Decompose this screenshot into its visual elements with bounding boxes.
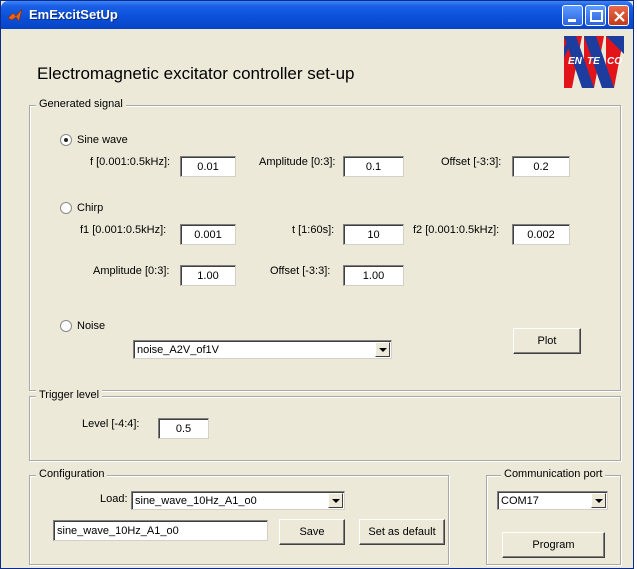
- sine-f-input[interactable]: 0.01: [180, 156, 236, 177]
- chirp-f2-input[interactable]: 0.002: [512, 224, 570, 245]
- maximize-icon: [590, 10, 603, 22]
- chirp-offset-label: Offset [-3:3]:: [270, 265, 331, 277]
- chevron-down-icon[interactable]: [375, 342, 390, 357]
- sine-f-label: f [0.001:0.5kHz]:: [90, 156, 171, 168]
- matlab-icon: [7, 8, 23, 22]
- plot-button[interactable]: Plot: [513, 328, 581, 354]
- save-button[interactable]: Save: [279, 519, 345, 545]
- load-label: Load:: [100, 493, 128, 505]
- trigger-level-group: Trigger level Level [-4:4]: 0.5: [29, 389, 621, 461]
- app-window: EmExcitSetUp Electromagnetic excitator c…: [0, 0, 634, 569]
- chirp-f1-label: f1 [0.001:0.5kHz]:: [80, 224, 167, 236]
- close-button[interactable]: [608, 5, 629, 26]
- minimize-button[interactable]: [562, 5, 583, 26]
- noise-file-select[interactable]: noise_A2V_of1V: [133, 340, 392, 359]
- svg-text:CO: CO: [607, 56, 622, 67]
- chirp-amplitude-input[interactable]: 1.00: [180, 265, 236, 286]
- configuration-legend: Configuration: [36, 468, 108, 480]
- generated-signal-legend: Generated signal: [36, 98, 126, 110]
- chirp-offset-input[interactable]: 1.00: [343, 265, 404, 286]
- load-config-value: sine_wave_10Hz_A1_o0: [135, 495, 257, 507]
- chirp-t-label: t [1:60s]:: [292, 224, 335, 236]
- minimize-icon: [568, 19, 576, 22]
- close-icon: [614, 11, 625, 22]
- com-port-value: COM17: [501, 495, 539, 507]
- chirp-amplitude-label: Amplitude [0:3]:: [93, 265, 170, 277]
- sine-wave-radio[interactable]: [60, 134, 72, 146]
- load-config-select[interactable]: sine_wave_10Hz_A1_o0: [131, 491, 345, 510]
- chirp-radio[interactable]: [60, 202, 72, 214]
- noise-file-value: noise_A2V_of1V: [137, 344, 219, 356]
- title-bar[interactable]: EmExcitSetUp: [1, 1, 633, 29]
- chevron-down-icon[interactable]: [328, 493, 343, 508]
- svg-text:EN: EN: [568, 56, 583, 67]
- config-name-input[interactable]: sine_wave_10Hz_A1_o0: [53, 520, 268, 541]
- sine-amplitude-input[interactable]: 0.1: [343, 156, 404, 177]
- sine-offset-label: Offset [-3:3]:: [441, 156, 502, 168]
- page-title: Electromagnetic excitator controller set…: [37, 64, 355, 83]
- program-button[interactable]: Program: [502, 532, 605, 558]
- chirp-label: Chirp: [77, 202, 104, 214]
- sine-wave-label: Sine wave: [77, 134, 128, 146]
- sine-amplitude-label: Amplitude [0:3]:: [259, 156, 336, 168]
- svg-text:TE: TE: [587, 56, 600, 67]
- chirp-f2-label: f2 [0.001:0.5kHz]:: [413, 224, 500, 236]
- entecco-logo: EN TE CO: [564, 36, 624, 88]
- trigger-level-legend: Trigger level: [36, 389, 103, 401]
- chirp-f1-input[interactable]: 0.001: [180, 224, 236, 245]
- trigger-level-input[interactable]: 0.5: [158, 418, 209, 439]
- maximize-button[interactable]: [585, 5, 606, 26]
- set-as-default-button[interactable]: Set as default: [359, 519, 445, 545]
- com-port-select[interactable]: COM17: [497, 491, 608, 510]
- chirp-t-input[interactable]: 10: [343, 224, 404, 245]
- window-title: EmExcitSetUp: [29, 7, 118, 22]
- chevron-down-icon[interactable]: [591, 493, 606, 508]
- configuration-group: Configuration Load: sine_wave_10Hz_A1_o0…: [29, 468, 449, 565]
- communication-port-group: Communication port COM17 Program: [486, 468, 621, 565]
- communication-port-legend: Communication port: [501, 468, 606, 480]
- noise-label: Noise: [77, 320, 106, 332]
- figure-content: Electromagnetic excitator controller set…: [7, 29, 629, 568]
- trigger-level-label: Level [-4:4]:: [82, 418, 140, 430]
- noise-radio[interactable]: [60, 320, 72, 332]
- generated-signal-group: Generated signal Sine wave f [0.001:0.5k…: [29, 98, 621, 391]
- sine-offset-input[interactable]: 0.2: [512, 156, 570, 177]
